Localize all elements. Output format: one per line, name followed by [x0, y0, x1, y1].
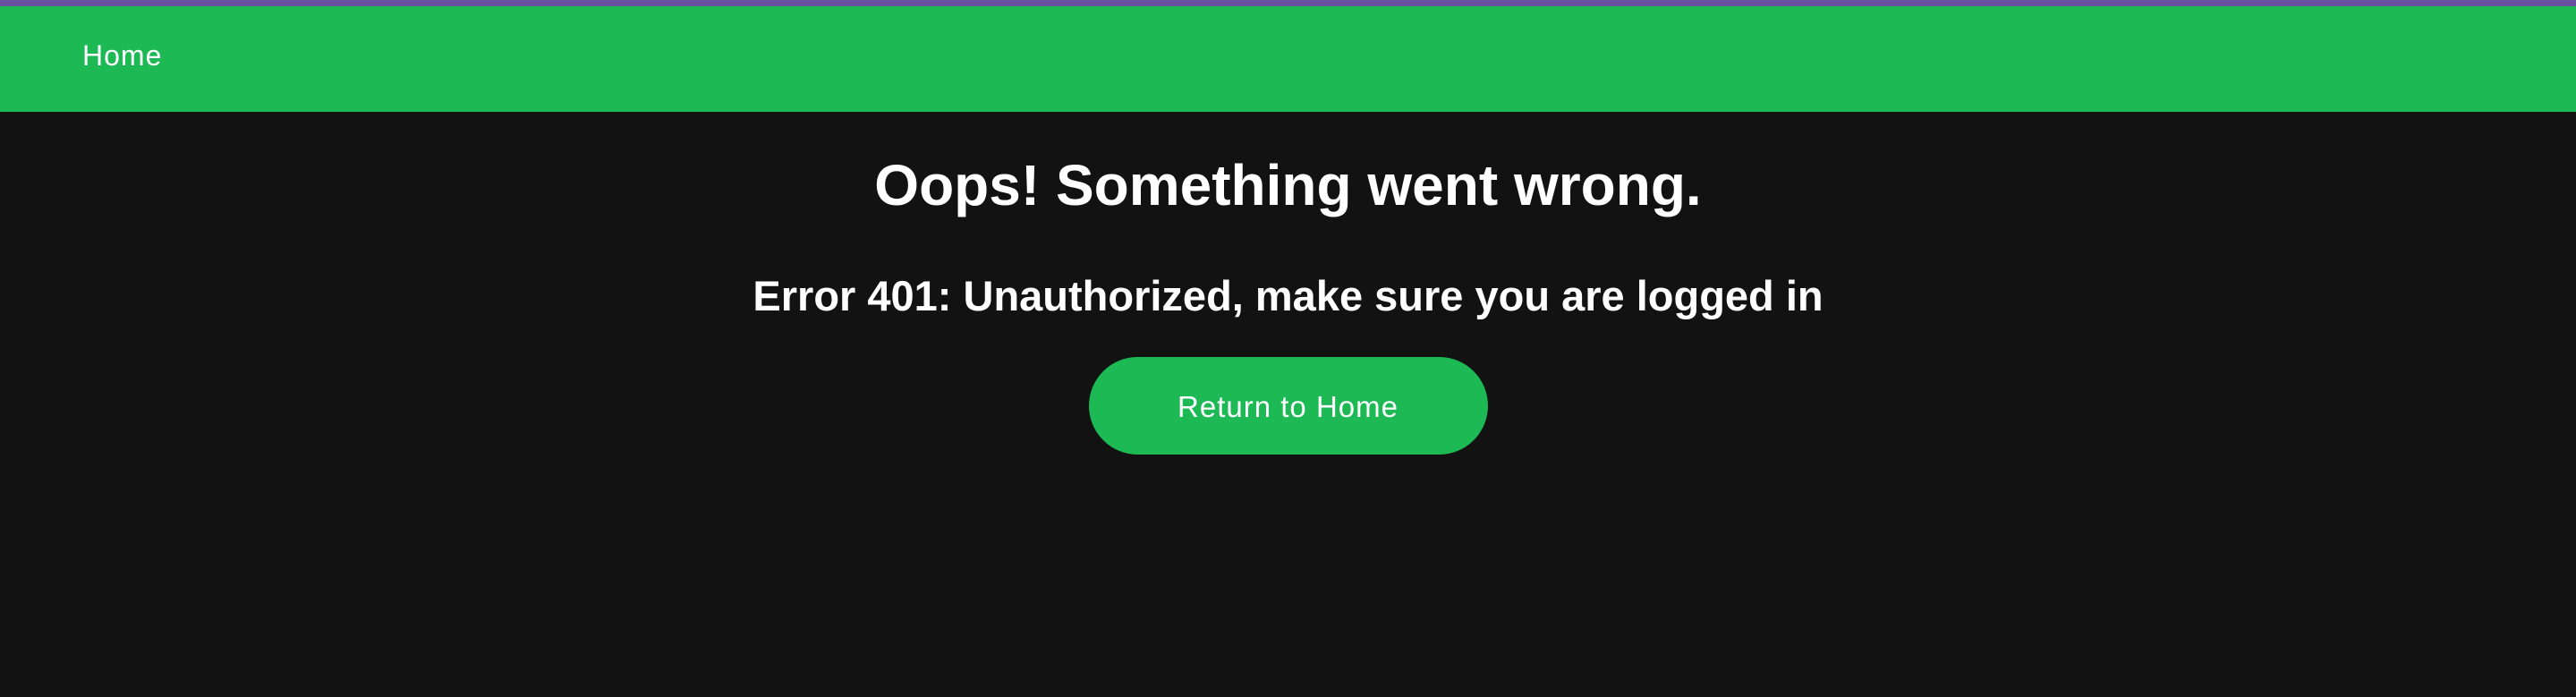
window-top-strip [0, 0, 2576, 6]
return-home-button[interactable]: Return to Home [1088, 357, 1488, 455]
top-navbar: Home [0, 6, 2576, 112]
error-content: Oops! Something went wrong. Error 401: U… [0, 112, 2576, 455]
error-message: Error 401: Unauthorized, make sure you a… [752, 272, 1824, 319]
nav-home-link[interactable]: Home [82, 39, 162, 72]
error-title: Oops! Something went wrong. [874, 153, 1702, 217]
